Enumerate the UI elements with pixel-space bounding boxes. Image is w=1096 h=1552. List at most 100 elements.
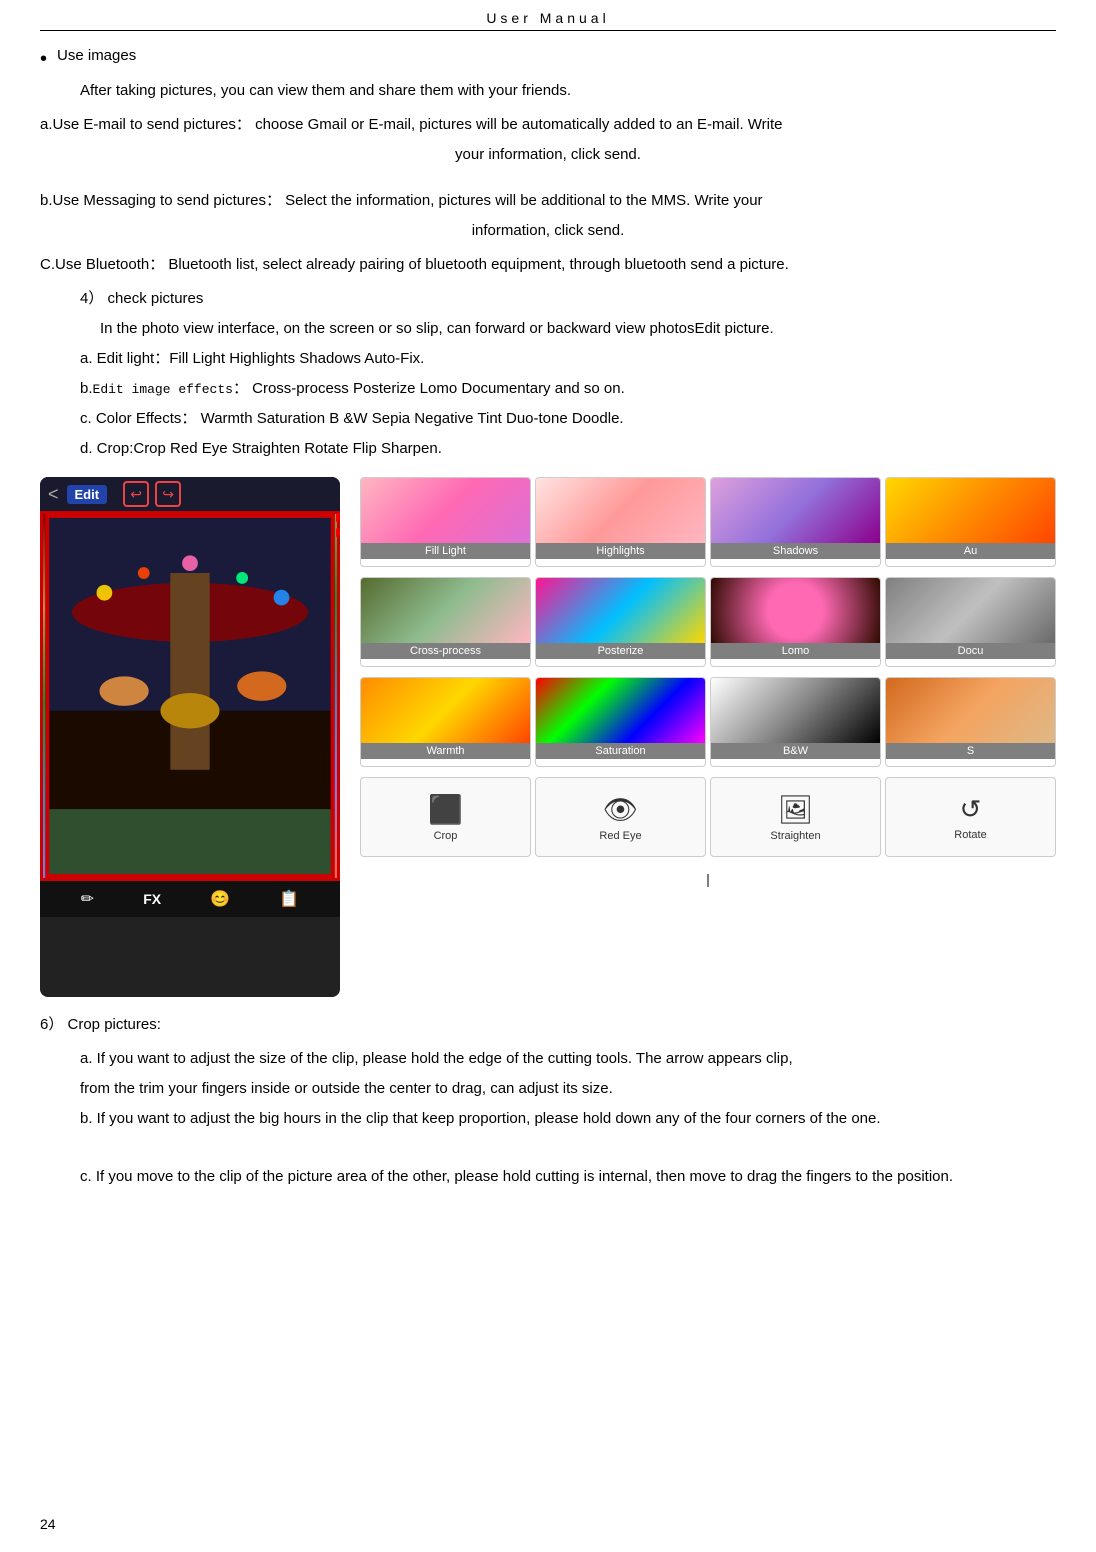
s-label: S [886,743,1055,759]
clipboard-icon[interactable]: 📋 [279,889,299,909]
fx-label[interactable]: FX [143,891,161,907]
b-rest: ： Cross-process Posterize Lomo Documenta… [233,380,625,397]
panel-shadows[interactable]: Shadows [710,477,881,567]
pencil-icon[interactable]: ✏ [81,889,94,909]
shadows-img [711,478,880,543]
para-a-adjust: a. If you want to adjust the size of the… [80,1047,1056,1071]
crop-label: Crop [434,830,458,842]
rotate-icon: ↺ [960,794,982,825]
shadows-label: Shadows [711,543,880,559]
posterize-label: Posterize [536,643,705,659]
fill-light-img [361,478,530,543]
para-b-big-hours: b. If you want to adjust the big hours i… [80,1107,1056,1131]
s-img [886,678,1055,743]
panel-posterize[interactable]: Posterize [535,577,706,667]
para-4-check: 4） check pictures [80,287,1056,311]
panel-lomo[interactable]: Lomo [710,577,881,667]
vertical-bar: I [360,871,1056,892]
repeal-label: Repeal Operation [335,526,340,541]
para-d-crop: d. Crop:Crop Red Eye Straighten Rotate F… [80,437,1056,461]
phone-bottom-bar: ✏ FX 😊 📋 [40,881,340,917]
fill-light-label: Fill Light [361,543,530,559]
highlights-img [536,478,705,543]
section-4-check: 4） check pictures In the photo view inte… [40,287,1056,461]
para-b-messaging: b.Use Messaging to send pictures： Select… [40,189,1056,213]
lomo-label: Lomo [711,643,880,659]
autofix-img [886,478,1055,543]
panel-saturation[interactable]: Saturation [535,677,706,767]
para-a-edit: a. Edit light：Fill Light Highlights Shad… [80,347,1056,371]
para-a-email2: your information, click send. [40,143,1056,167]
panel-highlights[interactable]: Highlights [535,477,706,567]
rotate-label: Rotate [954,829,986,841]
section-6: 6） Crop pictures: [40,1013,1056,1037]
panel-warmth[interactable]: Warmth [360,677,531,767]
use-images-text: Use images [57,47,136,64]
panel-row-3: Warmth Saturation B&W S [360,677,1056,767]
section-6-a: a. If you want to adjust the size of the… [40,1047,1056,1131]
documentary-img [886,578,1055,643]
carousel-svg [43,514,337,878]
panel-s[interactable]: S [885,677,1056,767]
panel-autofix[interactable]: Au [885,477,1056,567]
red-eye-icon: 👁 [603,793,639,826]
panel-fill-light[interactable]: Fill Light [360,477,531,567]
back-icon: < [48,484,59,505]
warmth-label: Warmth [361,743,530,759]
panel-row-1: Fill Light Highlights Shadows Au [360,477,1056,567]
face-icon[interactable]: 😊 [210,889,230,909]
saturation-img [536,678,705,743]
image-section: < Edit ↩ ↪ Reform Repeal Operation [40,477,1056,997]
bullet-use-images: • Use images [40,47,1056,71]
saturation-label: Saturation [536,743,705,759]
undo-icon[interactable]: ↩ [123,481,149,507]
para-c-move: c. If you move to the clip of the pictur… [80,1165,1056,1189]
cross-process-label: Cross-process [361,643,530,659]
b-label: b. [80,380,93,397]
para-6-crop: 6） Crop pictures: [40,1013,1056,1037]
panel-cross-process[interactable]: Cross-process [360,577,531,667]
documentary-label: Docu [886,643,1055,659]
highlights-label: Highlights [536,543,705,559]
bw-img [711,678,880,743]
bullet-symbol: • [40,47,47,71]
autofix-label: Au [886,543,1055,559]
phone-image-area [40,511,340,881]
cross-process-img [361,578,530,643]
panel-row-2: Cross-process Posterize Lomo Docu [360,577,1056,667]
warmth-img [361,678,530,743]
panel-red-eye[interactable]: 👁 Red Eye [535,777,706,857]
straighten-label: Straighten [770,830,820,842]
panel-rotate[interactable]: ↺ Rotate [885,777,1056,857]
edit-label: Edit [67,485,108,504]
section-6-c: c. If you move to the clip of the pictur… [40,1165,1056,1189]
red-eye-label: Red Eye [599,830,641,842]
redo-icon[interactable]: ↪ [155,481,181,507]
para-c-bluetooth: C.Use Bluetooth： Bluetooth list, select … [40,253,1056,277]
header-text: User Manual [486,10,609,26]
phone-top-bar: < Edit ↩ ↪ [40,477,340,511]
page-header: User Manual [40,10,1056,31]
phone-top-icons: ↩ ↪ [123,481,181,507]
right-panels: Fill Light Highlights Shadows Au Cross-p… [360,477,1056,896]
panel-crop[interactable]: ⬛ Crop [360,777,531,857]
posterize-img [536,578,705,643]
section-a-email: a.Use E-mail to send pictures： choose Gm… [40,113,1056,167]
phone-mockup: < Edit ↩ ↪ Reform Repeal Operation [40,477,340,997]
section-c-bluetooth: C.Use Bluetooth： Bluetooth list, select … [40,253,1056,277]
section-b-messaging: b.Use Messaging to send pictures： Select… [40,189,1056,243]
section-after-taking: After taking pictures, you can view them… [40,79,1056,103]
para-a-adjust2: from the trim your fingers inside or out… [80,1077,1056,1101]
crop-icon: ⬛ [428,793,463,826]
para-c-color: c. Color Effects： Warmth Saturation B &W… [80,407,1056,431]
para-b-image: b.Edit image effects： Cross-process Post… [80,377,1056,401]
panel-straighten[interactable]: 🖼 Straighten [710,777,881,857]
b-mono: Edit image effects [93,382,233,397]
panel-bw[interactable]: B&W [710,677,881,767]
para-after-taking: After taking pictures, you can view them… [80,79,1056,103]
para-b-messaging2: information, click send. [40,219,1056,243]
reform-repeal-labels: Reform Repeal Operation [335,511,340,541]
panel-documentary[interactable]: Docu [885,577,1056,667]
panel-row-4: ⬛ Crop 👁 Red Eye 🖼 Straighten ↺ Rotate [360,777,1056,857]
bw-label: B&W [711,743,880,759]
